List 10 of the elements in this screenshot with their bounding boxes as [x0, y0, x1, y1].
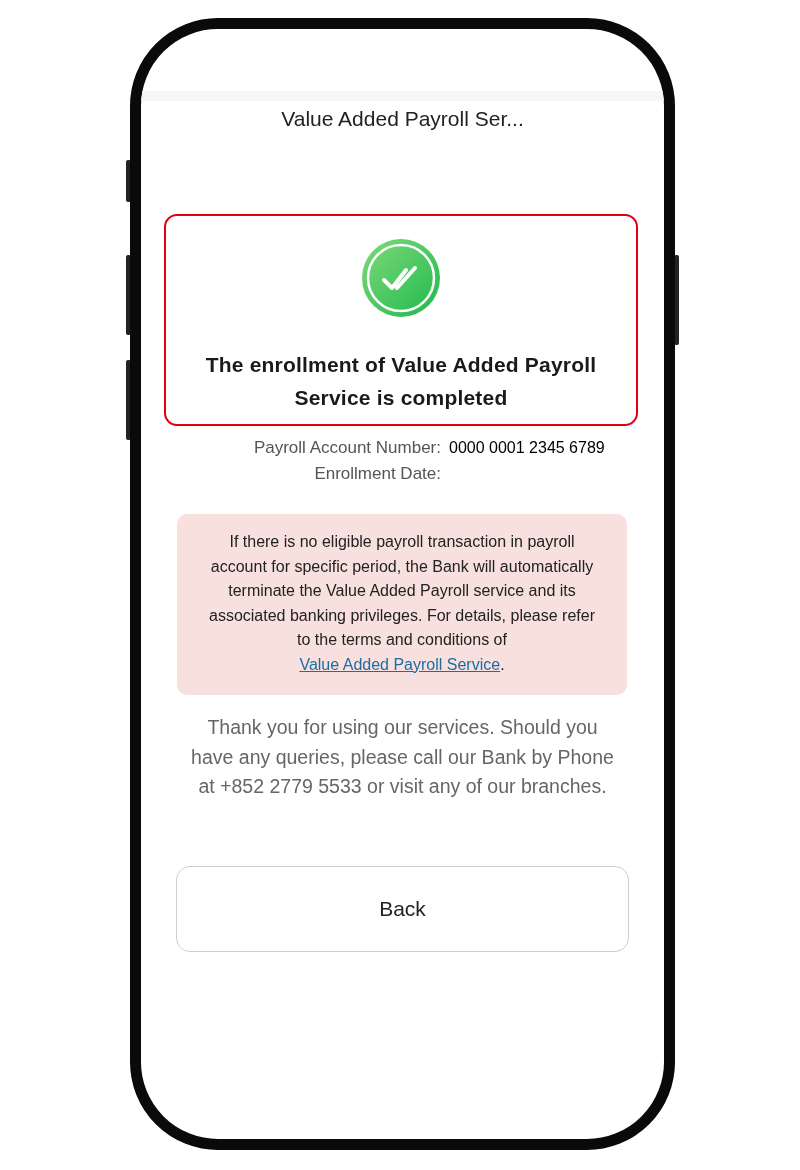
terms-link[interactable]: Value Added Payroll Service: [299, 655, 501, 673]
notice-text: If there is no eligible payroll transaction in payroll account for specific period, the Bank will automatically terminate the Value Added Payroll service and its associated banking privileges. For details, please refer to the terms and conditions of Value Added Payroll Service.: [177, 514, 627, 695]
detail-label: Enrollment Date:: [314, 464, 441, 484]
back-button[interactable]: Back: [176, 865, 629, 952]
closing-text: Thank you for using our services. Should you have any queries, please call our Bank by Phone at +852 2779 5533 or visit any of our branches.: [190, 715, 615, 799]
page-title: Value Added Payroll Ser...: [281, 107, 524, 131]
detail-value: 0000 0001 2345 6789: [449, 439, 606, 457]
success-message: The enrollment of Value Added Payroll Service is completed: [204, 352, 598, 411]
double-check-icon: [361, 238, 441, 318]
detail-label: Payroll Account Number:: [253, 438, 441, 458]
